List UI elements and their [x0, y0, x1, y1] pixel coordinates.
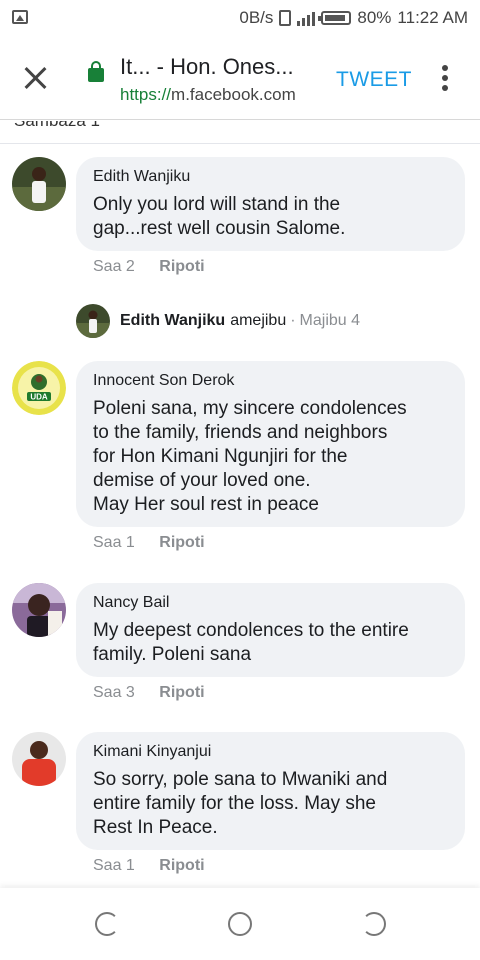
recent-apps-icon[interactable] [362, 912, 386, 936]
status-right: 0B/s 80% 11:22 AM [239, 8, 468, 28]
report-link[interactable]: Ripoti [159, 684, 204, 702]
lock-icon [88, 61, 104, 82]
battery-percent: 80% [357, 8, 392, 27]
comment-time: Saa 1 [93, 534, 135, 551]
view-replies[interactable]: Edith Wanjiku amejibu · Majibu 4 [76, 304, 360, 338]
comment-text: Poleni sana, my sincere condolences to t… [93, 398, 407, 515]
comment-meta: Saa 1 Ripoti [93, 857, 205, 875]
url-host: m.facebook.com [171, 85, 296, 104]
comment-text: Only you lord will stand in the gap...re… [93, 194, 346, 239]
vibrate-icon [279, 10, 292, 26]
comment-text: So sorry, pole sana to Mwaniki and entir… [93, 769, 388, 838]
reply-author: Edith Wanjiku [120, 312, 226, 329]
tweet-button[interactable]: TWEET [336, 68, 412, 92]
comment-time: Saa 1 [93, 857, 135, 874]
battery-icon [318, 11, 352, 25]
system-nav-bar [0, 888, 480, 960]
signal-icon [297, 10, 316, 26]
share-count: Sambaza 1 [14, 121, 100, 131]
comment-author[interactable]: Nancy Bail [93, 593, 447, 613]
report-link[interactable]: Ripoti [159, 857, 204, 875]
comment-time: Saa 2 [93, 258, 135, 275]
comment-bubble[interactable]: Innocent Son Derok Poleni sana, my since… [76, 361, 465, 527]
comment-time: Saa 3 [93, 684, 135, 701]
avatar[interactable] [12, 732, 66, 786]
more-options-icon[interactable] [440, 65, 450, 91]
comment-author[interactable]: Edith Wanjiku [93, 167, 447, 187]
reply-verb: amejibu [230, 312, 287, 329]
status-bar: 0B/s 80% 11:22 AM [0, 0, 480, 36]
divider [0, 143, 480, 144]
report-link[interactable]: Ripoti [159, 534, 204, 552]
comment-author[interactable]: Kimani Kinyanjui [93, 742, 447, 762]
comment-meta: Saa 3 Ripoti [93, 684, 205, 702]
reply-count: Majibu 4 [299, 312, 361, 329]
comment-meta: Saa 2 Ripoti [93, 258, 205, 276]
clock: 11:22 AM [397, 8, 468, 27]
uda-logo-text: UDA [30, 393, 48, 402]
comment-bubble[interactable]: Kimani Kinyanjui So sorry, pole sana to … [76, 732, 465, 850]
comments-feed[interactable]: Sambaza 1 Edith Wanjiku Only you lord wi… [0, 121, 480, 888]
avatar[interactable] [12, 157, 66, 211]
comment-bubble[interactable]: Nancy Bail My deepest condolences to the… [76, 583, 465, 677]
separator: · [290, 312, 296, 329]
page-title: It... - Hon. Ones... [120, 54, 294, 79]
avatar[interactable] [12, 583, 66, 637]
browser-toolbar: It... - Hon. Ones... https://m.facebook.… [0, 36, 480, 120]
comment-meta: Saa 1 Ripoti [93, 534, 205, 552]
url-display[interactable]: https://m.facebook.com [120, 85, 296, 105]
home-icon[interactable] [228, 912, 252, 936]
comment-text: My deepest condolences to the entire fam… [93, 620, 409, 665]
comment-bubble[interactable]: Edith Wanjiku Only you lord will stand i… [76, 157, 465, 251]
url-scheme: https:// [120, 85, 172, 104]
image-notification-icon [12, 10, 28, 24]
avatar[interactable]: UDA [12, 361, 66, 415]
network-speed: 0B/s [239, 8, 274, 27]
avatar [76, 304, 110, 338]
close-icon[interactable] [22, 64, 50, 92]
comment-author[interactable]: Innocent Son Derok [93, 371, 447, 391]
report-link[interactable]: Ripoti [159, 258, 204, 276]
back-icon[interactable] [95, 912, 119, 936]
